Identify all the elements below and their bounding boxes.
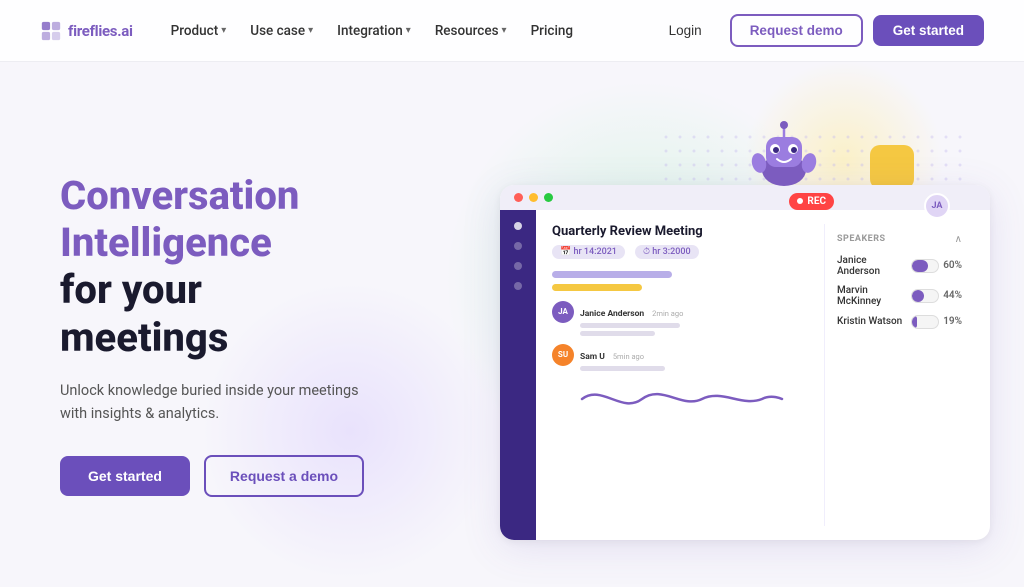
transcript-bars (552, 271, 812, 291)
card-main-content: Quarterly Review Meeting 📅 hr 14:2021 ⏱ … (536, 210, 990, 540)
transcript-lines-2: Sam U 5min ago (580, 344, 665, 371)
nav-product[interactable]: Product ▾ (161, 17, 237, 45)
avatar-sam: SU (552, 344, 574, 366)
hero-right: REC JA (480, 125, 964, 545)
sidebar-dot (514, 282, 522, 290)
transcript-lines-1: Janice Anderson 2min ago (580, 301, 683, 336)
nav-links: Product ▾ Use case ▾ Integration ▾ Resou… (161, 17, 651, 45)
window-dot-yellow (529, 193, 538, 202)
speaker-time-sam: 5min ago (613, 352, 644, 361)
avatar-janice: JA (552, 301, 574, 323)
transcript-item-1: JA Janice Anderson 2min ago (552, 301, 812, 336)
speaker-name-3: Kristin Watson (837, 316, 902, 327)
speaker-name-sam: Sam U (580, 352, 605, 362)
speaker-progress-3 (911, 315, 939, 329)
hero-title-line4: meetings (60, 314, 440, 361)
nav-use-case[interactable]: Use case ▾ (240, 17, 323, 45)
sidebar-dot (514, 242, 522, 250)
speaker-name-janice: Janice Anderson (580, 309, 644, 319)
meta-pill-1: 📅 hr 14:2021 (552, 245, 625, 259)
logo[interactable]: fireflies.ai (40, 20, 133, 42)
nav-right: Login Request demo Get started (651, 14, 984, 47)
sidebar-dot (514, 262, 522, 270)
speaker-name-1: Janice Anderson (837, 255, 911, 277)
rec-badge: REC (789, 193, 834, 210)
speakers-label: SPEAKERS (837, 234, 886, 244)
get-started-nav-button[interactable]: Get started (873, 15, 984, 46)
transcript-bar-1 (552, 271, 672, 278)
window-dot-green (544, 193, 553, 202)
transcript-line (580, 323, 680, 328)
nav-resources[interactable]: Resources ▾ (425, 17, 517, 45)
speaker-row-1: Janice Anderson 60% (837, 255, 962, 277)
hero-buttons: Get started Request a demo (60, 455, 440, 497)
hero-section: Conversation Intelligence for your meeti… (0, 62, 1024, 587)
hero-title-line3: for your (60, 266, 440, 313)
transcript-line (580, 366, 665, 371)
meta-pill-2: ⏱ hr 3:2000 (635, 245, 699, 259)
speaker-progress-1 (911, 259, 939, 273)
chevron-down-icon: ▾ (406, 25, 411, 36)
speaker-progress-2 (911, 289, 939, 303)
speaker-row-3: Kristin Watson 19% (837, 315, 962, 329)
transcript-item-2: SU Sam U 5min ago (552, 344, 812, 371)
request-demo-button[interactable]: Request demo (730, 14, 863, 47)
hero-left: Conversation Intelligence for your meeti… (60, 172, 440, 497)
hero-title: Conversation Intelligence for your meeti… (60, 172, 440, 361)
yellow-card (870, 145, 914, 189)
chevron-up-icon: ∧ (955, 234, 962, 245)
waveform-svg (552, 379, 812, 419)
get-started-button[interactable]: Get started (60, 456, 190, 496)
speakers-header: SPEAKERS ∧ (837, 234, 962, 245)
meta-row: 📅 hr 14:2021 ⏱ hr 3:2000 (552, 245, 812, 259)
progress-fill-2 (912, 290, 923, 302)
card-body: Quarterly Review Meeting 📅 hr 14:2021 ⏱ … (500, 210, 990, 540)
hero-title-line1: Conversation (60, 172, 440, 219)
speaker-pct-3: 19% (943, 316, 962, 327)
rec-dot (797, 198, 803, 204)
transcript-bar-2 (552, 284, 642, 291)
window-dot-red (514, 193, 523, 202)
hero-subtitle: Unlock knowledge buried inside your meet… (60, 379, 360, 425)
dashboard-card: Quarterly Review Meeting 📅 hr 14:2021 ⏱ … (500, 185, 990, 540)
progress-fill-3 (912, 316, 917, 328)
waveform-area (552, 379, 812, 423)
speaker-row-2: Marvin McKinney 44% (837, 285, 962, 307)
hero-title-line2: Intelligence (60, 219, 440, 266)
nav-pricing[interactable]: Pricing (521, 17, 583, 45)
request-demo-hero-button[interactable]: Request a demo (204, 455, 364, 497)
progress-fill-1 (912, 260, 928, 272)
transcript-line (580, 331, 655, 336)
meeting-title-row: Quarterly Review Meeting (552, 224, 812, 239)
robot-mascot (744, 115, 824, 195)
chevron-down-icon: ▾ (221, 25, 226, 36)
speakers-panel: SPEAKERS ∧ Janice Anderson 60% (824, 224, 974, 526)
card-avatar: JA (924, 193, 950, 219)
nav-integration[interactable]: Integration ▾ (327, 17, 421, 45)
speaker-time-janice: 2min ago (652, 309, 683, 318)
card-content-left: Quarterly Review Meeting 📅 hr 14:2021 ⏱ … (552, 224, 812, 526)
meeting-title: Quarterly Review Meeting (552, 224, 703, 239)
login-button[interactable]: Login (651, 16, 720, 45)
speaker-pct-1: 60% (943, 260, 962, 271)
navbar: fireflies.ai Product ▾ Use case ▾ Integr… (0, 0, 1024, 62)
sidebar-strip (500, 210, 536, 540)
speaker-pct-2: 44% (943, 290, 962, 301)
logo-text: fireflies.ai (68, 22, 133, 40)
speaker-name-2: Marvin McKinney (837, 285, 911, 307)
chevron-down-icon: ▾ (308, 25, 313, 36)
chevron-down-icon: ▾ (502, 25, 507, 36)
sidebar-dot-active (514, 222, 522, 230)
